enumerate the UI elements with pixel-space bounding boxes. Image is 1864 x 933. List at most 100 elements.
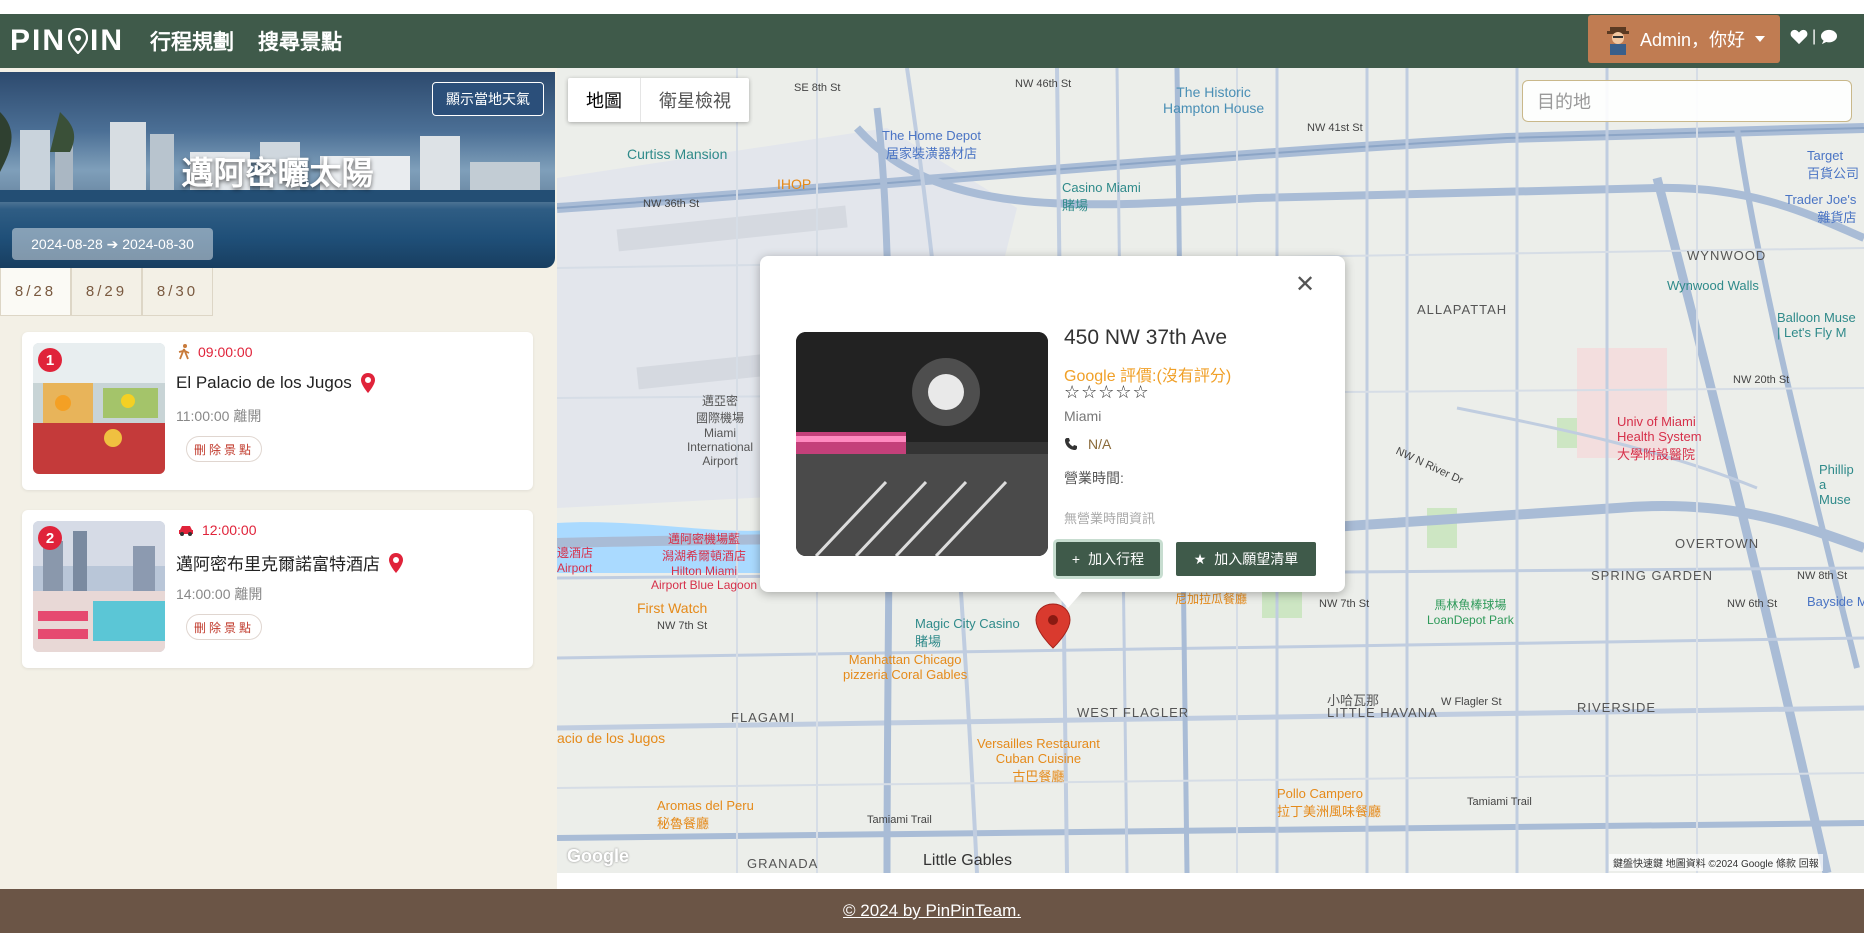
leave-time: 11:00:00 離開	[176, 408, 262, 424]
map-road-label: NW 46th St	[1015, 78, 1072, 90]
map-area-label: LITTLE HAVANA	[1327, 705, 1438, 720]
show-weather-button[interactable]: 顯示當地天氣	[432, 82, 544, 116]
map-road-label: NW 6th St	[1727, 598, 1778, 610]
itinerary-item[interactable]: 1 09:00:00 El Palacio de los Jugos 11:00…	[22, 332, 533, 490]
place-photo	[796, 332, 1048, 556]
map-poi-label[interactable]: acio de los Jugos	[557, 730, 665, 746]
map-poi-label[interactable]: Trader Joe's 雜貨店	[1785, 192, 1856, 226]
map-poi-label[interactable]: Curtiss Mansion	[627, 146, 727, 162]
map-road-label: NW 36th St	[643, 198, 700, 210]
map-poi-label[interactable]: The Historic Hampton House	[1163, 84, 1264, 116]
trip-title: 邁阿密曬太陽	[181, 155, 374, 191]
map-type-map-button[interactable]: 地圖	[568, 78, 641, 122]
add-to-wishlist-button[interactable]: ★ 加入願望清單	[1176, 542, 1316, 576]
add-to-trip-button[interactable]: + 加入行程	[1056, 542, 1160, 576]
app: PIN IN 行程規劃 搜尋景點 Admin，你好 | 邁阿密曬太陽 顯示當地天…	[0, 0, 1864, 933]
walk-icon	[178, 344, 190, 360]
rating-stars: ☆☆☆☆☆	[1064, 382, 1150, 402]
admin-menu-button[interactable]: Admin，你好	[1588, 15, 1780, 63]
day-tabs: 8/28 8/29 8/30	[0, 268, 213, 316]
delete-place-button[interactable]: 刪除景點	[186, 436, 262, 462]
chat-icon[interactable]	[1820, 29, 1838, 45]
map-poi-label[interactable]: IHOP	[777, 176, 811, 192]
map-poi-label[interactable]: Aromas del Peru 秘魯餐廳	[657, 798, 754, 832]
map-poi-label[interactable]: 馬林魚棒球場 LoanDepot Park	[1427, 596, 1514, 627]
map-area-label: SPRING GARDEN	[1591, 568, 1714, 583]
logo-pin-icon	[68, 28, 89, 54]
parking-lot-night-image	[796, 332, 1048, 556]
map-poi-label[interactable]: Manhattan Chicago pizzeria Coral Gables	[843, 652, 967, 682]
place-name[interactable]: 邁阿密布里克爾諾富特酒店	[176, 550, 404, 575]
delete-place-button[interactable]: 刪除景點	[186, 614, 262, 640]
map-road-label: SE 8th St	[794, 82, 841, 94]
arrival-time: 09:00:00	[178, 344, 253, 360]
map-area-label: ALLAPATTAH	[1417, 302, 1508, 317]
place-name-text: 邁阿密布里克爾諾富特酒店	[176, 555, 380, 574]
itinerary-item[interactable]: 2 12:00:00 邁阿密布里克爾諾富特酒店 14:00:00 離開 刪除景點	[22, 510, 533, 668]
hours-label: 營業時間:	[1064, 470, 1124, 486]
phone-text: N/A	[1088, 436, 1112, 452]
map-type-satellite-button[interactable]: 衛星檢視	[641, 78, 749, 122]
car-icon	[179, 526, 193, 536]
map-poi-label[interactable]: Magic City Casino 賭場	[915, 616, 1020, 650]
map-area-label: OVERTOWN	[1675, 536, 1760, 551]
map-poi-label[interactable]: The Home Depot 居家裝潢器材店	[882, 128, 981, 162]
stop-number-badge: 2	[38, 526, 62, 550]
map-area-label: RIVERSIDE	[1577, 700, 1657, 715]
map-poi-label[interactable]: First Watch	[637, 600, 707, 616]
map-area-label: WYNWOOD	[1687, 248, 1767, 263]
brand-logo[interactable]: PIN IN	[10, 24, 124, 58]
map-poi-label[interactable]: Versailles Restaurant Cuban Cuisine 古巴餐廳	[977, 736, 1100, 785]
chevron-down-icon	[1755, 36, 1766, 42]
close-icon[interactable]: ✕	[1295, 270, 1315, 299]
place-city: Miami	[1064, 408, 1102, 424]
place-info-window: ✕ 450 NW 37th Ave Google 評價:(沒有評分) ☆☆☆☆☆…	[760, 256, 1345, 608]
map-poi-label[interactable]: 邊酒店 Airport	[557, 544, 593, 575]
tab-day-2[interactable]: 8/29	[71, 268, 142, 316]
map-poi-label[interactable]: Wynwood Walls	[1667, 278, 1759, 293]
map-poi-label[interactable]: Pollo Campero 拉丁美洲風味餐廳	[1277, 786, 1381, 820]
nav-link-plan[interactable]: 行程規劃	[150, 26, 234, 56]
map-poi-label[interactable]: Balloon Muse | Let's Fly M	[1777, 310, 1856, 340]
place-phone: N/A	[1064, 436, 1111, 452]
destination-search-input[interactable]: 目的地	[1522, 80, 1852, 122]
map-area-label: Little Gables	[923, 852, 1012, 869]
footer-copyright-link[interactable]: © 2024 by PinPinTeam.	[843, 901, 1021, 921]
add-to-trip-label: 加入行程	[1088, 551, 1145, 567]
tab-day-3[interactable]: 8/30	[142, 268, 213, 316]
tab-day-1[interactable]: 8/28	[0, 268, 71, 316]
map-poi-label[interactable]: 邁阿密機場藍 潟湖希爾頓酒店 Hilton Miami Airport Blue…	[651, 530, 757, 592]
trip-date-range: 2024-08-28 ➔ 2024-08-30	[12, 228, 213, 260]
place-name[interactable]: El Palacio de los Jugos	[176, 372, 376, 394]
map-road-label: NW 7th St	[657, 620, 708, 632]
map-poi-label[interactable]: Target 百貨公司	[1807, 148, 1859, 182]
map-poi-label[interactable]: Casino Miami 賭場	[1062, 180, 1141, 214]
map-attribution[interactable]: 鍵盤快速鍵 地圖資料 ©2024 Google 條款 回報	[1609, 854, 1823, 871]
itinerary-panel: 邁阿密曬太陽 顯示當地天氣 2024-08-28 ➔ 2024-08-30 8/…	[0, 68, 557, 889]
map-poi-label[interactable]: Univ of Miami Health System 大學附設醫院	[1617, 414, 1702, 463]
leave-time: 14:00:00 離開	[176, 586, 263, 602]
map-road-label: Tamiami Trail	[867, 814, 932, 826]
trip-hero: 邁阿密曬太陽 顯示當地天氣 2024-08-28 ➔ 2024-08-30	[0, 72, 555, 268]
footer: © 2024 by PinPinTeam.	[0, 889, 1864, 933]
map-pin-icon[interactable]	[360, 372, 376, 394]
map-road-label: Tamiami Trail	[1467, 796, 1532, 808]
arrival-time-text: 12:00:00	[202, 522, 257, 538]
map-poi-label[interactable]: Phillip a Muse	[1819, 462, 1864, 507]
nav-link-search[interactable]: 搜尋景點	[258, 26, 342, 56]
map-pin-icon[interactable]	[388, 552, 404, 574]
place-name-text: El Palacio de los Jugos	[176, 373, 352, 392]
map-area-label: FLAGAMI	[731, 710, 796, 725]
place-address: 450 NW 37th Ave	[1064, 326, 1228, 349]
map-poi-label[interactable]: 尼加拉瓜餐廳	[1175, 590, 1247, 607]
navbar: PIN IN 行程規劃 搜尋景點 Admin，你好 |	[0, 14, 1864, 68]
arrival-time-text: 09:00:00	[198, 344, 253, 360]
map-area-label: WEST FLAGLER	[1077, 705, 1190, 720]
wishlist-label: 加入願望清單	[1214, 551, 1299, 567]
stop-number-badge: 1	[38, 348, 62, 372]
heart-icon[interactable]	[1790, 29, 1808, 45]
map-road-label: NW 41st St	[1307, 122, 1363, 134]
map-road-label: NW 7th St	[1319, 598, 1370, 610]
map-poi-label[interactable]: Bayside M	[1807, 594, 1864, 609]
nav-divider: |	[1812, 28, 1817, 45]
